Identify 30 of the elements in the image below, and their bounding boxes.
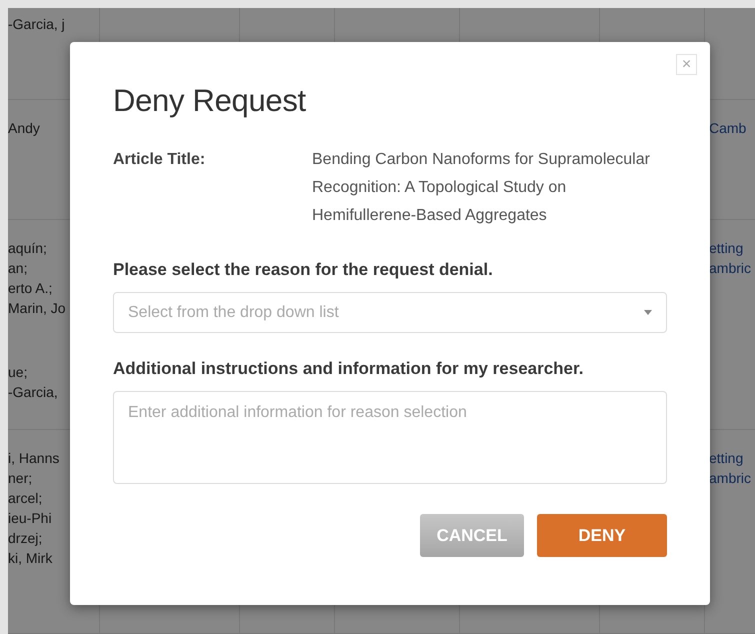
author-text: ki, Mirk [8, 549, 54, 568]
link-text[interactable]: ambric [709, 468, 755, 488]
field-label: Article Title: [113, 150, 206, 170]
author-text: Marin, Jo [8, 299, 67, 318]
author-text: ner; [8, 469, 34, 488]
cancel-button[interactable]: CANCEL [420, 514, 524, 557]
author-text: i, Hanns [8, 449, 60, 468]
author-text: aquín; [8, 239, 48, 258]
field-label: Additional instructions and information for my researcher. [113, 359, 584, 379]
author-text: drzej; [8, 529, 44, 548]
field-label: Please select the reason for the request denial. [113, 260, 494, 280]
article-title: Bending Carbon Nanoforms for Supramolecular Recognition: A Topological Study on Hemifullerene-Based Aggregates [312, 150, 651, 226]
deny-button[interactable]: DENY [537, 514, 667, 557]
author-text: ue; [8, 363, 28, 382]
link-text[interactable]: etting [709, 448, 755, 468]
close-button[interactable]: × [676, 54, 697, 75]
link-text[interactable]: ambric [709, 258, 755, 278]
author-text: arcel; [8, 489, 44, 508]
author-text: ieu-Phi [8, 509, 53, 528]
caret-icon [644, 310, 652, 315]
link-text[interactable]: Camb [709, 118, 755, 138]
author-text: Andy [8, 119, 41, 138]
link-text[interactable]: etting [709, 238, 755, 258]
dialog-title: Deny Request [113, 82, 307, 120]
reason-dropdown[interactable]: Select from the drop down list [113, 292, 667, 333]
author-text: erto A.; [8, 279, 54, 298]
details-field[interactable]: Enter additional information for reason selection [113, 391, 667, 484]
author-text: an; [8, 259, 28, 278]
author-text: -Garcia, j [8, 15, 66, 34]
author-text: -Garcia, [8, 383, 59, 402]
